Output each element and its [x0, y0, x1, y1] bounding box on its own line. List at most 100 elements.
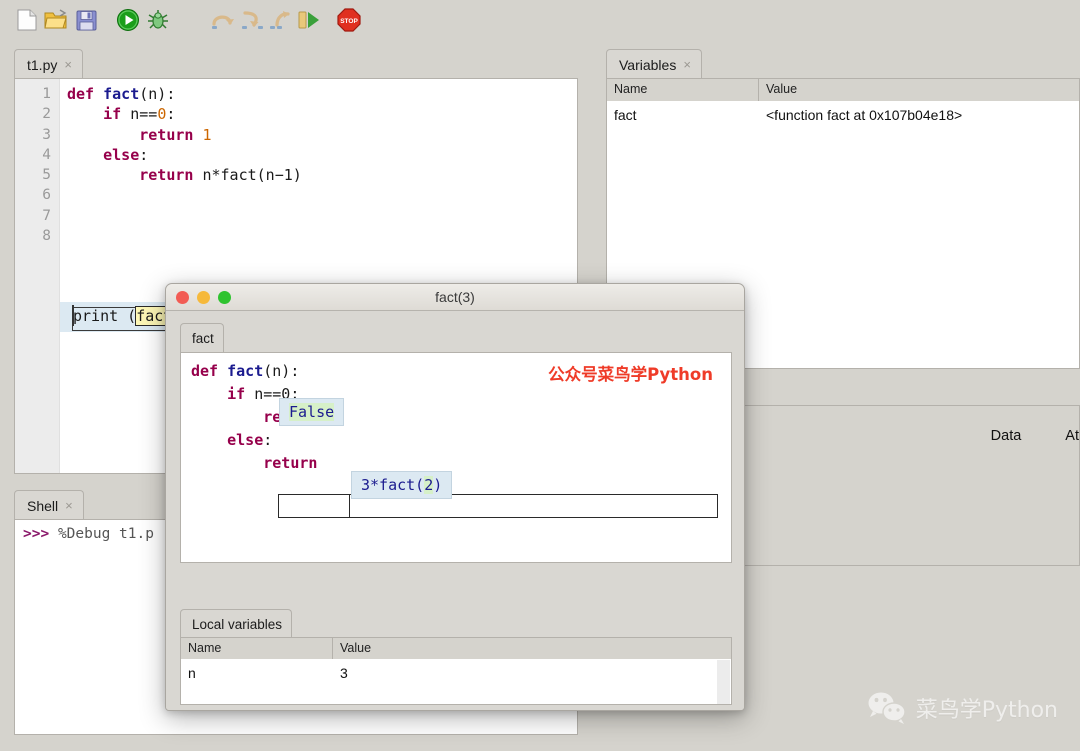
- line-number: 1: [15, 84, 59, 104]
- dialog-content: fact 公众号菜鸟学Python def fact(n): if n==0: …: [166, 311, 744, 711]
- variables-header-row: Name Value: [606, 78, 1080, 102]
- code-token: [191, 431, 227, 449]
- tab-shell[interactable]: Shell ×: [14, 490, 84, 520]
- editor-tabstrip: t1.py ×: [14, 49, 578, 79]
- dialog-code-panel: fact 公众号菜鸟学Python def fact(n): if n==0: …: [180, 323, 732, 563]
- code-token: if: [103, 105, 130, 123]
- app-window: STOP t1.py × 1 2 3 4 5 6 7 8: [0, 0, 1080, 751]
- value-bubble-false[interactable]: False: [279, 398, 344, 426]
- dialog-tabstrip: fact: [180, 323, 732, 353]
- code-line: [67, 185, 302, 205]
- tab-label: Variables: [619, 57, 676, 73]
- debug-button[interactable]: [145, 7, 171, 33]
- code-token: :: [263, 431, 272, 449]
- tab-variables[interactable]: Variables ×: [606, 49, 702, 79]
- step-into-icon: [241, 9, 265, 31]
- save-file-icon: [76, 10, 97, 31]
- code-line: else:: [67, 145, 302, 165]
- close-icon[interactable]: ×: [683, 58, 691, 71]
- column-header-name[interactable]: Name: [607, 79, 759, 101]
- code-token: [67, 146, 103, 164]
- resume-button[interactable]: [296, 7, 322, 33]
- wechat-icon: [867, 691, 907, 725]
- watermark-text: 菜鸟学Python: [916, 692, 1058, 724]
- code-token: [191, 454, 263, 472]
- code-line: return 1: [67, 125, 302, 145]
- value-bubble-expression[interactable]: 3*fact(2): [351, 471, 452, 499]
- tab-label: t1.py: [27, 57, 57, 73]
- code-line: return n*fact(n−1): [67, 165, 302, 185]
- code-line: else:: [191, 429, 336, 452]
- line-number: 7: [15, 206, 59, 226]
- function-call-dialog[interactable]: fact(3) fact 公众号菜鸟学Python def fact(n): i…: [165, 283, 745, 711]
- svg-text:STOP: STOP: [340, 18, 358, 25]
- run-button[interactable]: [115, 7, 141, 33]
- tab-label: Shell: [27, 498, 58, 514]
- table-row[interactable]: n 3: [181, 659, 731, 686]
- local-variable-value: 3: [333, 665, 731, 681]
- line-number: 6: [15, 185, 59, 205]
- watermark: 菜鸟学Python: [867, 691, 1058, 725]
- table-row[interactable]: fact <function fact at 0x107b04e18>: [607, 101, 1079, 128]
- close-icon[interactable]: ×: [65, 499, 73, 512]
- bubble-expr-prefix: 3*fact(: [361, 476, 424, 494]
- column-header-name[interactable]: Name: [181, 638, 333, 659]
- bubble-expr-suffix: ): [433, 476, 442, 494]
- code-token: :: [139, 146, 148, 164]
- tab-t1-py[interactable]: t1.py ×: [14, 49, 83, 79]
- code-token: fact: [227, 362, 263, 380]
- close-icon[interactable]: ×: [64, 58, 72, 71]
- code-line: def fact(n):: [191, 360, 336, 383]
- local-variables-header-row: Name Value: [180, 637, 732, 660]
- code-token: [67, 126, 139, 144]
- tab-local-variables[interactable]: Local variables: [180, 609, 292, 638]
- dialog-code-body[interactable]: 公众号菜鸟学Python def fact(n): if n==0: retur…: [180, 352, 732, 563]
- shell-command: [49, 526, 58, 542]
- line-number: 8: [15, 226, 59, 246]
- bubble-false-value: False: [289, 403, 334, 421]
- dialog-return-focus-box: [278, 494, 350, 518]
- tab-label: fact: [192, 331, 214, 346]
- line-number: 5: [15, 165, 59, 185]
- stop-button[interactable]: STOP: [336, 7, 362, 33]
- current-line-prefix: print (: [73, 307, 136, 325]
- code-token: n*fact(n−1): [202, 166, 301, 184]
- code-token: return: [139, 166, 202, 184]
- open-file-button[interactable]: [43, 7, 69, 33]
- code-token: else: [227, 431, 263, 449]
- step-into-button[interactable]: [240, 7, 266, 33]
- code-token: [67, 105, 103, 123]
- local-variable-name: n: [181, 665, 333, 681]
- variable-name: fact: [607, 107, 759, 123]
- debug-icon: [146, 8, 170, 32]
- code-token: (n):: [139, 85, 175, 103]
- code-token: n==: [130, 105, 157, 123]
- step-out-icon: [269, 9, 293, 31]
- vertical-scrollbar[interactable]: [717, 660, 730, 704]
- bubble-expr-argument: 2: [424, 476, 433, 494]
- line-number: 4: [15, 145, 59, 165]
- variable-value: <function fact at 0x107b04e18>: [759, 107, 1079, 123]
- code-line: def fact(n):: [67, 84, 302, 104]
- toolbar: STOP: [0, 0, 1080, 44]
- line-number: 2: [15, 104, 59, 124]
- source-code: def fact(n): if n==0: return 1 else: ret…: [67, 84, 302, 246]
- inspector-subtab-attributes[interactable]: At: [1065, 428, 1080, 444]
- code-line: if n==0:: [67, 104, 302, 124]
- open-file-icon: [44, 9, 68, 31]
- code-token: [191, 385, 227, 403]
- shell-prompt: >>>: [23, 526, 49, 542]
- step-out-button[interactable]: [268, 7, 294, 33]
- resume-icon: [297, 10, 321, 30]
- new-file-button[interactable]: [14, 7, 40, 33]
- step-over-button[interactable]: [210, 7, 236, 33]
- save-file-button[interactable]: [73, 7, 99, 33]
- tab-fact[interactable]: fact: [180, 323, 224, 352]
- code-token: if: [227, 385, 254, 403]
- inspector-subtab-data[interactable]: Data: [991, 428, 1066, 444]
- dialog-titlebar[interactable]: fact(3): [166, 284, 744, 311]
- column-header-value[interactable]: Value: [759, 79, 1079, 101]
- code-token: :: [166, 105, 175, 123]
- code-token: [67, 166, 139, 184]
- column-header-value[interactable]: Value: [333, 638, 731, 659]
